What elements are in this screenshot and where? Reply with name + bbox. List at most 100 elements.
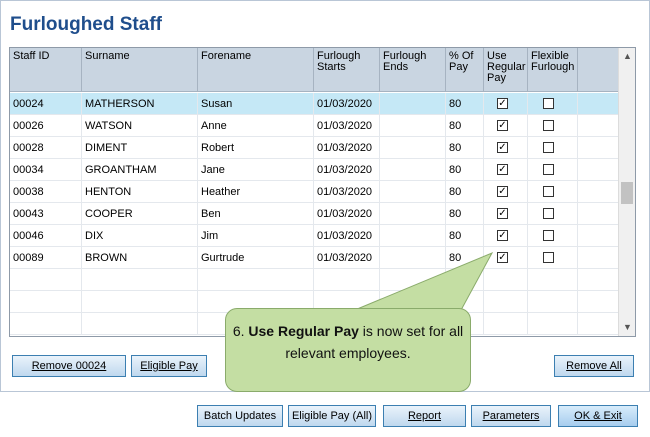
flexible-furlough-checkbox[interactable]: [543, 208, 554, 219]
cell-surname: HENTON: [82, 181, 198, 203]
flexible-furlough-checkbox[interactable]: [543, 142, 554, 153]
cell-use-regular-pay[interactable]: ✓: [484, 93, 528, 115]
eligible-pay-button[interactable]: Eligible Pay: [131, 355, 207, 377]
use-regular-pay-checkbox[interactable]: ✓: [497, 98, 508, 109]
cell-surname: MATHERSON: [82, 93, 198, 115]
header-col-furlough-ends[interactable]: Furlough Ends: [380, 48, 446, 92]
header-col-use-regular-pay[interactable]: Use Regular Pay: [484, 48, 528, 92]
cell-furlough-ends: [380, 203, 446, 225]
cell-furlough-starts: 01/03/2020: [314, 115, 380, 137]
table-row[interactable]: 00026 WATSON Anne 01/03/2020 80 ✓: [10, 115, 618, 137]
cell-flexible-furlough[interactable]: [528, 269, 578, 291]
cell-use-regular-pay[interactable]: ✓: [484, 115, 528, 137]
remove-staff-button[interactable]: Remove 00024: [12, 355, 126, 377]
cell-filler: [578, 269, 618, 291]
eligible-pay-all-button[interactable]: Eligible Pay (All): [288, 405, 376, 427]
chevron-up-icon[interactable]: ▲: [619, 48, 635, 64]
cell-furlough-starts: 01/03/2020: [314, 203, 380, 225]
cell-pct-pay: 80: [446, 93, 484, 115]
cell-use-regular-pay[interactable]: [484, 269, 528, 291]
cell-use-regular-pay[interactable]: ✓: [484, 203, 528, 225]
furloughed-staff-grid[interactable]: Staff ID Surname Forename Furlough Starts Fur…: [9, 47, 636, 337]
cell-use-regular-pay[interactable]: ✓: [484, 247, 528, 269]
cell-surname: GROANTHAM: [82, 159, 198, 181]
header-col-surname[interactable]: Surname: [82, 48, 198, 92]
use-regular-pay-checkbox[interactable]: ✓: [497, 230, 508, 241]
cell-use-regular-pay[interactable]: ✓: [484, 225, 528, 247]
flexible-furlough-checkbox[interactable]: [543, 252, 554, 263]
vertical-scrollbar[interactable]: ▲ ▼: [618, 48, 635, 336]
cell-forename: Heather: [198, 181, 314, 203]
cell-filler: [578, 225, 618, 247]
cell-staff-id: [10, 313, 82, 335]
cell-use-regular-pay[interactable]: [484, 291, 528, 313]
batch-updates-button[interactable]: Batch Updates: [197, 405, 283, 427]
cell-flexible-furlough[interactable]: [528, 93, 578, 115]
use-regular-pay-checkbox[interactable]: ✓: [497, 252, 508, 263]
cell-forename: Ben: [198, 203, 314, 225]
cell-flexible-furlough[interactable]: [528, 181, 578, 203]
cell-pct-pay: [446, 269, 484, 291]
use-regular-pay-checkbox[interactable]: ✓: [497, 120, 508, 131]
cell-flexible-furlough[interactable]: [528, 313, 578, 335]
table-row[interactable]: 00046 DIX Jim 01/03/2020 80 ✓: [10, 225, 618, 247]
table-row[interactable]: 00038 HENTON Heather 01/03/2020 80 ✓: [10, 181, 618, 203]
cell-surname: [82, 291, 198, 313]
cell-flexible-furlough[interactable]: [528, 115, 578, 137]
cell-pct-pay: 80: [446, 137, 484, 159]
cell-flexible-furlough[interactable]: [528, 225, 578, 247]
cell-use-regular-pay[interactable]: ✓: [484, 181, 528, 203]
cell-surname: [82, 313, 198, 335]
cell-forename: Robert: [198, 137, 314, 159]
header-col-staff-id[interactable]: Staff ID: [10, 48, 82, 92]
cell-flexible-furlough[interactable]: [528, 137, 578, 159]
table-row[interactable]: [10, 269, 618, 291]
cell-flexible-furlough[interactable]: [528, 203, 578, 225]
header-line: Pay: [487, 72, 506, 84]
ok-exit-label: OK & Exit: [574, 410, 622, 422]
cell-staff-id: 00026: [10, 115, 82, 137]
remove-all-label: Remove All: [566, 360, 622, 372]
parameters-button[interactable]: Parameters: [471, 405, 551, 427]
table-row[interactable]: 00043 COOPER Ben 01/03/2020 80 ✓: [10, 203, 618, 225]
table-row[interactable]: 00089 BROWN Gurtrude 01/03/2020 80 ✓: [10, 247, 618, 269]
cell-surname: DIX: [82, 225, 198, 247]
table-row[interactable]: 00028 DIMENT Robert 01/03/2020 80 ✓: [10, 137, 618, 159]
cell-staff-id: [10, 269, 82, 291]
header-col-forename[interactable]: Forename: [198, 48, 314, 92]
chevron-down-icon[interactable]: ▼: [619, 319, 635, 335]
cell-flexible-furlough[interactable]: [528, 247, 578, 269]
flexible-furlough-checkbox[interactable]: [543, 98, 554, 109]
header-col-furlough-starts[interactable]: Furlough Starts: [314, 48, 380, 92]
table-row[interactable]: 00024 MATHERSON Susan 01/03/2020 80 ✓: [10, 93, 618, 115]
cell-use-regular-pay[interactable]: ✓: [484, 159, 528, 181]
header-col-flexible-furlough[interactable]: Flexible Furlough: [528, 48, 578, 92]
use-regular-pay-checkbox[interactable]: ✓: [497, 208, 508, 219]
header-filler: [578, 48, 618, 92]
header-col-pct-pay[interactable]: % Of Pay: [446, 48, 484, 92]
cell-filler: [578, 93, 618, 115]
use-regular-pay-checkbox[interactable]: ✓: [497, 164, 508, 175]
flexible-furlough-checkbox[interactable]: [543, 186, 554, 197]
cell-flexible-furlough[interactable]: [528, 159, 578, 181]
cell-furlough-ends: [380, 137, 446, 159]
header-line: Ends: [383, 61, 409, 73]
cell-use-regular-pay[interactable]: [484, 313, 528, 335]
scrollbar-thumb[interactable]: [621, 182, 633, 204]
cell-forename: Susan: [198, 93, 314, 115]
use-regular-pay-checkbox[interactable]: ✓: [497, 142, 508, 153]
table-row[interactable]: 00034 GROANTHAM Jane 01/03/2020 80 ✓: [10, 159, 618, 181]
remove-all-button[interactable]: Remove All: [554, 355, 634, 377]
cell-use-regular-pay[interactable]: ✓: [484, 137, 528, 159]
ok-exit-button[interactable]: OK & Exit: [558, 405, 638, 427]
cell-staff-id: 00089: [10, 247, 82, 269]
cell-flexible-furlough[interactable]: [528, 291, 578, 313]
flexible-furlough-checkbox[interactable]: [543, 120, 554, 131]
cell-pct-pay: 80: [446, 115, 484, 137]
cell-filler: [578, 203, 618, 225]
use-regular-pay-checkbox[interactable]: ✓: [497, 186, 508, 197]
cell-furlough-ends: [380, 225, 446, 247]
flexible-furlough-checkbox[interactable]: [543, 164, 554, 175]
report-button[interactable]: Report: [383, 405, 466, 427]
flexible-furlough-checkbox[interactable]: [543, 230, 554, 241]
